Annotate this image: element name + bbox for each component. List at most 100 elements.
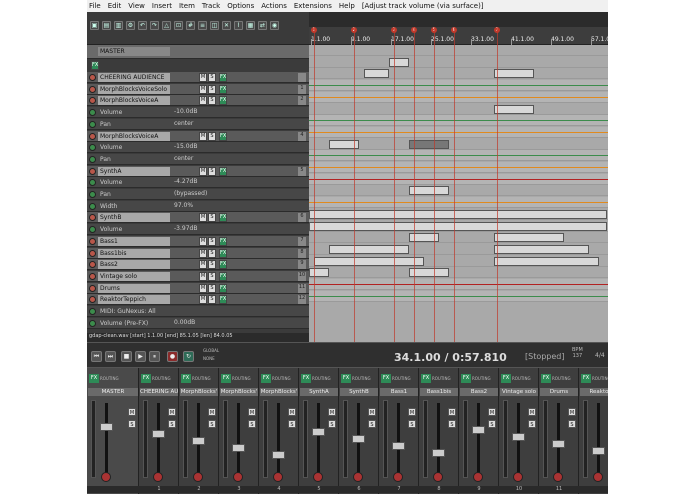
pause-icon[interactable]: ⏸ (149, 351, 160, 362)
volume-fader[interactable] (472, 426, 485, 434)
time-signature[interactable]: 4/4 (595, 352, 605, 359)
strip-solo-button[interactable]: S (408, 420, 416, 428)
pan-knob[interactable] (233, 472, 243, 482)
time-display[interactable]: 34.1.00 / 0:57.810 (394, 351, 507, 364)
strip-fx-button[interactable]: FX (381, 374, 391, 383)
track-name[interactable]: MorphBlocksVoiceA (98, 131, 170, 141)
routing-button[interactable]: ROUTING (100, 376, 119, 381)
envelope-icon[interactable] (89, 202, 96, 210)
envelope-lane-row[interactable]: Pan center (87, 118, 309, 130)
strip-mute-button[interactable]: M (288, 408, 296, 416)
pan-knob[interactable] (193, 472, 203, 482)
media-item[interactable] (364, 69, 389, 79)
track-row[interactable]: CHEERING AUDIENCE M S FX (87, 72, 309, 83)
routing-button[interactable]: ROUTING (472, 376, 491, 381)
envelope-lane-row[interactable]: Pan center (87, 153, 309, 165)
media-item[interactable] (494, 233, 564, 243)
track-name[interactable]: Vintage solo (98, 271, 170, 281)
strip-fx-button[interactable]: FX (541, 374, 551, 383)
record-arm-icon[interactable] (89, 237, 96, 245)
mute-button[interactable]: M (199, 213, 207, 223)
pan-knob[interactable] (393, 472, 403, 482)
strip-name[interactable]: MASTER (88, 388, 138, 396)
strip-mute-button[interactable]: M (488, 408, 496, 416)
track-fx-button[interactable]: FX (219, 166, 227, 176)
envelope-icon[interactable] (89, 226, 96, 234)
strip-mute-button[interactable]: M (568, 408, 576, 416)
track-fx-button[interactable]: FX (219, 271, 227, 281)
media-item[interactable] (309, 268, 329, 278)
menu-edit[interactable]: Edit (108, 2, 122, 10)
menu-help[interactable]: Help (339, 2, 355, 10)
strip-mute-button[interactable]: M (128, 408, 136, 416)
record-arm-icon[interactable] (89, 167, 96, 175)
go-to-start-icon[interactable]: ⏮ (91, 351, 102, 362)
strip-name[interactable]: SynthB (340, 388, 378, 396)
strip-solo-button[interactable]: S (448, 420, 456, 428)
routing-button[interactable]: ROUTING (192, 376, 211, 381)
volume-fader[interactable] (352, 435, 365, 443)
strip-name[interactable]: Bass1 (380, 388, 418, 396)
volume-fader[interactable] (192, 437, 205, 445)
mute-button[interactable]: M (199, 248, 207, 258)
record-arm-icon[interactable] (89, 74, 96, 81)
envelope-icon[interactable] (89, 308, 96, 315)
arrange-view[interactable]: 1.1.00 9.1.00 17.1.00 25.1.00 33.1.00 41.1.00… (309, 27, 608, 342)
mute-button[interactable]: M (199, 295, 207, 305)
track-name[interactable]: MIDI: GuNexus: All (98, 307, 170, 316)
track-name[interactable]: Bass2 (98, 260, 170, 270)
track-row[interactable]: SynthA M S FX 5 (87, 165, 309, 177)
media-explorer-icon[interactable]: ◉ (270, 21, 279, 30)
automation-mode-label[interactable]: NONE (203, 356, 215, 361)
strip-mute-button[interactable]: M (328, 408, 336, 416)
mute-button[interactable]: M (199, 271, 207, 281)
pan-knob[interactable] (101, 472, 111, 482)
routing-button[interactable]: ROUTING (232, 376, 251, 381)
volume-fader[interactable] (312, 428, 325, 436)
solo-button[interactable]: S (208, 73, 216, 82)
tempo-display[interactable]: BPM 137 (572, 347, 583, 359)
record-arm-icon[interactable] (89, 261, 96, 269)
track-row[interactable]: MorphBlocksVoiceA M S FX 2 (87, 95, 309, 107)
strip-name[interactable]: Vintage solo (500, 388, 538, 396)
track-fx-button[interactable]: FX (219, 236, 227, 246)
strip-solo-button[interactable]: S (208, 420, 216, 428)
pan-knob[interactable] (273, 472, 283, 482)
record-arm-icon[interactable] (89, 97, 96, 105)
record-arm-icon[interactable] (89, 284, 96, 292)
volume-fader[interactable] (152, 430, 165, 438)
solo-button[interactable]: S (208, 84, 216, 94)
track-name[interactable]: Volume (98, 143, 170, 152)
mute-button[interactable]: M (199, 73, 207, 82)
crossfade-icon[interactable]: ✕ (222, 21, 231, 30)
track-name[interactable]: Volume (98, 108, 170, 117)
routing-button[interactable]: ROUTING (512, 376, 531, 381)
undo-icon[interactable]: ↶ (138, 21, 147, 30)
envelope-lane-row[interactable]: MIDI: GuNexus: All (87, 306, 309, 317)
open-project-icon[interactable]: ▤ (102, 21, 111, 30)
track-row[interactable]: Bass1 M S FX 7 (87, 235, 309, 247)
media-item[interactable] (494, 69, 534, 79)
volume-fader[interactable] (592, 447, 605, 455)
routing-button[interactable]: ROUTING (392, 376, 411, 381)
strip-name[interactable]: MorphBlocks' (180, 388, 218, 396)
strip-solo-button[interactable]: S (168, 420, 176, 428)
volume-fader[interactable] (512, 433, 525, 441)
track-name[interactable]: SynthB (98, 213, 170, 223)
solo-button[interactable]: S (208, 248, 216, 258)
mute-button[interactable]: M (199, 96, 207, 106)
envelope-icon[interactable] (89, 319, 96, 327)
track-row[interactable]: MorphBlocksVoiceA M S FX 4 (87, 130, 309, 142)
strip-name[interactable]: Bass2 (460, 388, 498, 396)
envelope-icon[interactable] (89, 120, 96, 128)
track-fx-button[interactable]: FX (219, 283, 227, 293)
solo-button[interactable]: S (208, 295, 216, 305)
track-name[interactable]: Drums (98, 283, 170, 293)
envelope-lane-row[interactable]: Volume -4.27dB (87, 177, 309, 189)
mute-button[interactable]: M (199, 283, 207, 293)
snap-icon[interactable]: ⊡ (174, 21, 183, 30)
menu-extensions[interactable]: Extensions (294, 2, 332, 10)
track-fx-button[interactable]: FX (219, 295, 227, 305)
media-item[interactable] (494, 256, 599, 266)
strip-fx-button[interactable]: FX (261, 374, 271, 383)
